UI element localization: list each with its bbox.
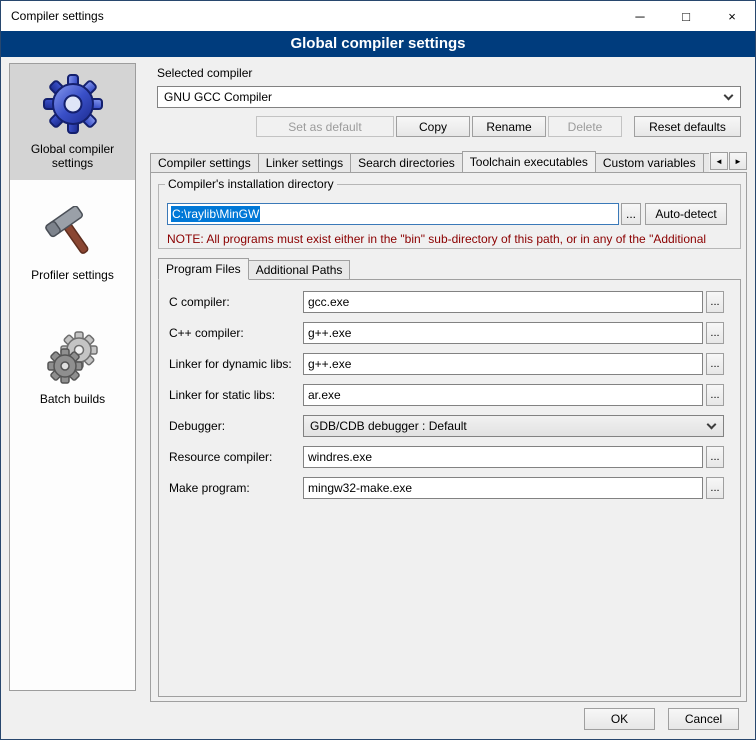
minimize-button[interactable]: ─	[617, 1, 663, 31]
cpp-compiler-input[interactable]	[303, 322, 703, 344]
tab-program-files[interactable]: Program Files	[158, 258, 249, 280]
installation-directory-group: Compiler's installation directory C:\ray…	[158, 177, 741, 249]
browse-dynamic-linker-button[interactable]: ...	[706, 353, 724, 375]
chevron-down-icon	[724, 90, 734, 100]
installation-directory-row: C:\raylib\MinGW ... Auto-detect	[167, 203, 727, 225]
field-row-static-linker: Linker for static libs: ...	[169, 384, 730, 406]
reset-defaults-button[interactable]: Reset defaults	[634, 116, 741, 137]
close-button[interactable]: ×	[709, 1, 755, 31]
note-text: NOTE: All programs must exist either in …	[167, 232, 739, 246]
copy-button[interactable]: Copy	[396, 116, 470, 137]
main-panel: Selected compiler GNU GCC Compiler Set a…	[148, 63, 749, 703]
chevron-down-icon	[707, 419, 717, 429]
blue-gear-icon	[41, 72, 105, 136]
compiler-select[interactable]: GNU GCC Compiler	[157, 86, 741, 108]
browse-c-compiler-button[interactable]: ...	[706, 291, 724, 313]
installation-directory-group-title: Compiler's installation directory	[165, 177, 337, 191]
tab-scroll-right-button[interactable]: ►	[729, 152, 747, 170]
tab-toolchain-executables[interactable]: Toolchain executables	[462, 151, 596, 172]
window-title: Compiler settings	[1, 9, 104, 23]
titlebar: Compiler settings ─ □ ×	[1, 1, 755, 31]
debugger-select[interactable]: GDB/CDB debugger : Default	[303, 415, 724, 437]
make-program-input[interactable]	[303, 477, 703, 499]
compiler-settings-window: Compiler settings ─ □ × Global compiler …	[0, 0, 756, 740]
sidebar-item-label: Batch builds	[40, 392, 105, 406]
sub-tab-strip: Program Files Additional Paths	[158, 257, 349, 279]
debugger-select-value: GDB/CDB debugger : Default	[310, 419, 467, 433]
ok-button[interactable]: OK	[584, 708, 655, 730]
dialog-footer: OK Cancel	[584, 708, 739, 730]
resource-compiler-input[interactable]	[303, 446, 703, 468]
tab-linker-settings[interactable]: Linker settings	[258, 153, 351, 172]
cpp-compiler-label: C++ compiler:	[169, 326, 303, 340]
field-row-make-program: Make program: ...	[169, 477, 730, 499]
sidebar-item-label: Profiler settings	[31, 268, 114, 282]
field-row-c-compiler: C compiler: ...	[169, 291, 730, 313]
rename-button[interactable]: Rename	[472, 116, 546, 137]
tab-search-directories[interactable]: Search directories	[350, 153, 463, 172]
delete-button[interactable]: Delete	[548, 116, 622, 137]
browse-resource-compiler-button[interactable]: ...	[706, 446, 724, 468]
page-title: Global compiler settings	[1, 31, 755, 57]
maximize-button[interactable]: □	[663, 1, 709, 31]
toolchain-executables-panel: Compiler's installation directory C:\ray…	[150, 172, 747, 702]
cancel-button[interactable]: Cancel	[668, 708, 739, 730]
tab-compiler-settings[interactable]: Compiler settings	[150, 153, 259, 172]
sidebar-item-global-compiler-settings[interactable]: Global compiler settings	[10, 64, 135, 180]
field-row-resource-compiler: Resource compiler: ...	[169, 446, 730, 468]
tab-strip: Compiler settings Linker settings Search…	[150, 151, 747, 172]
tab-custom-variables[interactable]: Custom variables	[595, 153, 704, 172]
program-files-panel: C compiler: ... C++ compiler: ... Linker…	[158, 279, 741, 697]
sidebar-item-label: Global compiler settings	[12, 142, 133, 170]
browse-install-dir-button[interactable]: ...	[621, 203, 641, 225]
tab-scroll-left-button[interactable]: ◄	[710, 152, 728, 170]
gray-gears-icon	[45, 330, 101, 386]
field-row-debugger: Debugger: GDB/CDB debugger : Default	[169, 415, 730, 437]
profiler-hammer-icon	[45, 206, 101, 262]
dynamic-linker-label: Linker for dynamic libs:	[169, 357, 303, 371]
compiler-select-value: GNU GCC Compiler	[164, 90, 272, 104]
c-compiler-input[interactable]	[303, 291, 703, 313]
compiler-buttons-row: Set as default Copy Rename Delete Reset …	[157, 116, 741, 137]
sidebar-item-profiler-settings[interactable]: Profiler settings	[10, 198, 135, 292]
debugger-label: Debugger:	[169, 419, 303, 433]
field-row-dynamic-linker: Linker for dynamic libs: ...	[169, 353, 730, 375]
dynamic-linker-input[interactable]	[303, 353, 703, 375]
autodetect-button[interactable]: Auto-detect	[645, 203, 727, 225]
browse-cpp-compiler-button[interactable]: ...	[706, 322, 724, 344]
field-row-cpp-compiler: C++ compiler: ...	[169, 322, 730, 344]
make-program-label: Make program:	[169, 481, 303, 495]
selected-compiler-label: Selected compiler	[157, 66, 252, 80]
sidebar: Global compiler settings Profiler settin…	[9, 63, 136, 691]
resource-compiler-label: Resource compiler:	[169, 450, 303, 464]
tab-additional-paths[interactable]: Additional Paths	[248, 260, 351, 279]
static-linker-input[interactable]	[303, 384, 703, 406]
browse-make-program-button[interactable]: ...	[706, 477, 724, 499]
static-linker-label: Linker for static libs:	[169, 388, 303, 402]
tab-scrollers: ◄ ►	[709, 152, 747, 170]
c-compiler-label: C compiler:	[169, 295, 303, 309]
set-as-default-button[interactable]: Set as default	[256, 116, 394, 137]
install-dir-value: C:\raylib\MinGW	[171, 206, 260, 222]
sidebar-item-batch-builds[interactable]: Batch builds	[10, 322, 135, 416]
window-controls: ─ □ ×	[617, 1, 755, 31]
install-dir-input[interactable]: C:\raylib\MinGW	[167, 203, 619, 225]
browse-static-linker-button[interactable]: ...	[706, 384, 724, 406]
